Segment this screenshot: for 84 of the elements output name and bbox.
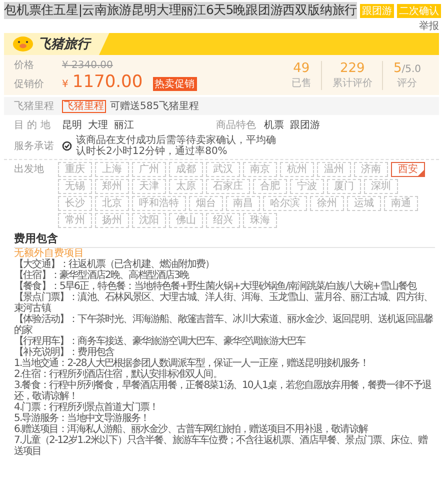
destination-label: 目 的 地 [14, 118, 52, 132]
city-option[interactable]: 南京 [243, 162, 277, 177]
city-option[interactable]: 徐州 [310, 196, 344, 211]
tag: 跟团游 [360, 4, 394, 18]
fee-note: 无额外自费项目 [14, 248, 84, 259]
city-option[interactable]: 长沙 [58, 196, 92, 211]
city-option[interactable]: 南昌 [226, 196, 260, 211]
city-option[interactable]: 宁波 [290, 179, 324, 194]
city-option[interactable]: 温州 [317, 162, 351, 177]
currency-sign: ¥ [62, 79, 68, 90]
tag: 二次确认 [397, 4, 442, 18]
stat-value: 229 [340, 60, 365, 76]
city-option[interactable]: 佛山 [169, 213, 203, 228]
fee-line: 7.儿童（2-12岁1.2米以下）只含半餐、旅游车车位费；不含往返机票、酒店早餐、景点门票、床位、赠送项目 [14, 435, 428, 457]
pig-face-icon [12, 36, 34, 52]
price-label: 价格 [14, 58, 35, 72]
service-text: 该商品在支付成功后需等待卖家确认，平均确认时长2小时12分钟，通过率80% [76, 135, 276, 157]
check-circle-icon [62, 141, 72, 151]
fee-line: 5.导游服务：当地中文导游服务！ [14, 413, 150, 424]
city-option[interactable]: 常州 [58, 213, 92, 228]
city-option[interactable]: 武汉 [206, 162, 240, 177]
feature-tag: 跟团游 [290, 118, 320, 132]
destination-city: 大理 [88, 118, 108, 132]
promo-tag: 热卖促销 [152, 77, 197, 91]
stat-value: 49 [293, 60, 310, 76]
stat-label: 累计评价 [332, 76, 372, 90]
city-option[interactable]: 扬州 [95, 213, 129, 228]
city-option[interactable]: 无锡 [58, 179, 92, 194]
city-option[interactable]: 天津 [132, 179, 166, 194]
fee-line: 【景点门票】：滇池、石林风景区、大理古城、洋人街、洱海、玉龙雪山、蓝月谷、丽江古城、四方街、束河古镇 [14, 292, 434, 314]
city-option[interactable]: 重庆 [58, 162, 92, 177]
promo-price-label: 促销价 [14, 78, 45, 91]
city-option[interactable]: 烟台 [189, 196, 223, 211]
city-option[interactable]: 广州 [132, 162, 166, 177]
city-option[interactable]: 西安 [391, 162, 425, 177]
city-option[interactable]: 呼和浩特 [132, 196, 186, 211]
city-option[interactable]: 深圳 [364, 179, 398, 194]
city-option[interactable]: 珠海 [243, 213, 277, 228]
city-option[interactable]: 杭州 [280, 162, 314, 177]
product-title: 包机票住五星|云南旅游昆明大理丽江6天5晚跟团游西双版纳旅行 [4, 2, 358, 19]
mileage-tag: 飞猪里程 [62, 100, 106, 112]
stat-label: 评分 [397, 76, 418, 90]
city-option[interactable]: 沈阳 [132, 213, 166, 228]
section-heading: 费用包含 [14, 230, 435, 248]
fee-line: 【餐食】：5早6正，特色餐：当地特色餐+野生菌火锅+大理砂锅鱼/南涧跳菜/白族八大碗+雪山餐包 [14, 281, 418, 292]
destination-city: 昆明 [62, 119, 82, 132]
fee-line: 3.餐食：行程中所列餐食，早餐酒店用餐，正餐8菜1汤、10人1桌，若您自愿放弃用餐，餐费一律不予退还，敬请谅解！ [14, 380, 432, 402]
stat-suffix: /5.0 [402, 64, 421, 74]
fee-line: 6.赠送项目：洱海私人游船、丽水金沙、古普车网红旅拍，赠送项目不用补退，敬请谅解 [14, 424, 368, 435]
city-option[interactable]: 上海 [95, 162, 129, 177]
fee-line: 4.门票：行程所列景点首道大门票！ [14, 402, 160, 413]
fee-line: 【体验活动】：下午茶时光、洱海游船、敞篷吉普车、冰川大索道、丽水金沙、返回昆明、送机返回温馨的家 [14, 314, 434, 336]
feature-tag: 机票 [264, 118, 284, 132]
city-option[interactable]: 济南 [354, 162, 388, 177]
promo-price: 1170.00 [72, 72, 143, 92]
stat-value: 5 [393, 60, 402, 76]
report-link[interactable]: 举报 [419, 19, 439, 33]
fee-line: 1.当地交通：2-28人大巴根据参团人数调派车型，保证一人一正座，赠送昆明接机服务！ [14, 358, 370, 369]
city-option[interactable]: 厦门 [327, 179, 361, 194]
destination-city: 丽江 [114, 119, 134, 132]
city-option[interactable]: 南通 [384, 196, 418, 211]
city-option[interactable]: 北京 [95, 196, 129, 211]
service-label: 服务承诺 [14, 140, 55, 153]
city-option[interactable]: 成都 [169, 162, 203, 177]
fee-line: 【大交通】：往返机票（已含机建、燃油附加费） [14, 259, 216, 270]
fee-line: 【行程用车】：商务车接送、豪华旅游空调大巴车、豪华空调旅游大巴车 [14, 336, 307, 347]
city-option[interactable]: 石家庄 [206, 179, 250, 194]
city-option[interactable]: 郑州 [95, 179, 129, 194]
city-option[interactable]: 运城 [347, 196, 381, 211]
mileage-label: 飞猪里程 [14, 100, 55, 113]
stat-label: 已售 [291, 76, 312, 90]
fee-line: 2.住宿：行程所列酒店住宿，默认安排标准双人间。 [14, 369, 223, 380]
features-label: 商品特色 [216, 118, 257, 132]
departure-label: 出发地 [14, 162, 45, 177]
corner-mark-icon [418, 170, 424, 176]
mileage-text: 可赠送585飞猪里程 [110, 100, 200, 113]
city-option[interactable]: 绍兴 [206, 213, 240, 228]
fee-line: 【住宿】：豪华型酒店2晚、高档型酒店3晚 [14, 270, 190, 281]
city-option[interactable]: 合肥 [253, 179, 287, 194]
original-price: ¥ 2340.00 [62, 60, 113, 71]
brand-name: 飞猪旅行 [38, 36, 90, 53]
city-option[interactable]: 太原 [169, 179, 203, 194]
city-option[interactable]: 哈尔滨 [263, 196, 307, 211]
fee-line: 【补充说明】：费用包含 [14, 347, 114, 358]
